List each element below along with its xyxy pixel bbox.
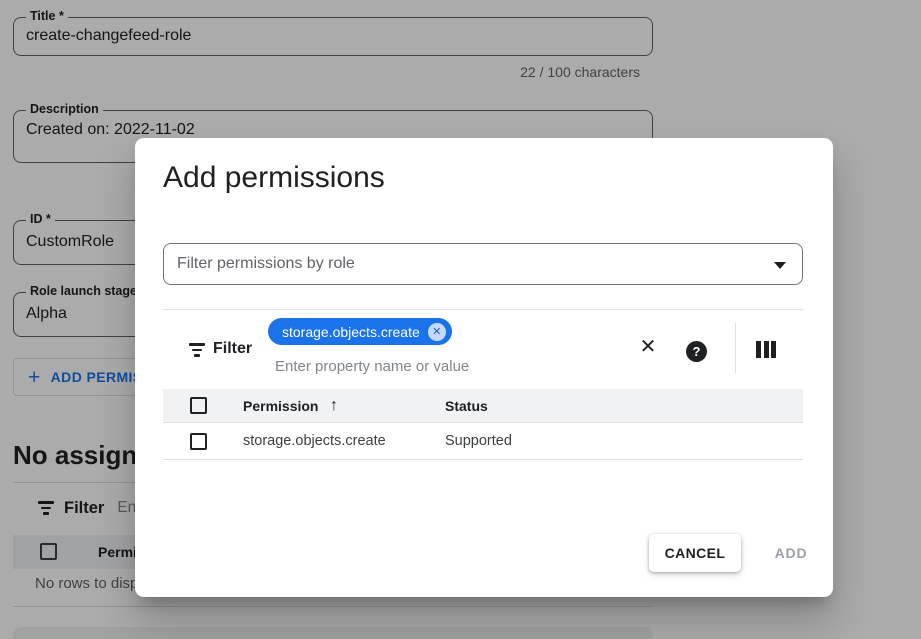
add-button[interactable]: ADD: [759, 534, 823, 572]
divider: [163, 309, 803, 310]
permission-column-header[interactable]: Permission: [243, 389, 318, 423]
row-checkbox[interactable]: [190, 433, 207, 450]
filter-input[interactable]: Enter property name or value: [275, 358, 469, 375]
clear-filters-icon[interactable]: ✕: [635, 336, 661, 358]
filter-chip-text: storage.objects.create: [282, 324, 420, 340]
status-column-header[interactable]: Status: [445, 389, 488, 423]
add-permissions-dialog: Add permissions Filter permissions by ro…: [135, 138, 833, 597]
divider: [735, 322, 736, 374]
cancel-button[interactable]: CANCEL: [649, 534, 741, 572]
filter-label: Filter: [213, 340, 252, 358]
sort-ascending-icon[interactable]: ↑: [330, 389, 338, 422]
help-glyph: ?: [693, 344, 701, 359]
permission-cell: storage.objects.create: [243, 424, 386, 459]
status-cell: Supported: [445, 424, 512, 459]
remove-chip-icon[interactable]: ✕: [428, 323, 446, 341]
permissions-table-header: Permission ↑ Status: [163, 389, 803, 423]
filter-by-role-placeholder: Filter permissions by role: [177, 244, 355, 284]
chevron-down-icon: [774, 262, 786, 269]
table-row[interactable]: storage.objects.create Supported: [163, 424, 803, 460]
filter-icon: [189, 343, 205, 357]
column-display-options-icon[interactable]: [756, 341, 776, 358]
filter-by-role-select[interactable]: Filter permissions by role: [163, 243, 803, 285]
filter-chip[interactable]: storage.objects.create ✕: [268, 318, 452, 345]
help-icon[interactable]: ?: [686, 341, 707, 362]
select-all-checkbox[interactable]: [190, 397, 207, 414]
create-role-screen: Title * create-changefeed-role 22 / 100 …: [0, 0, 921, 639]
dialog-title: Add permissions: [163, 161, 385, 195]
